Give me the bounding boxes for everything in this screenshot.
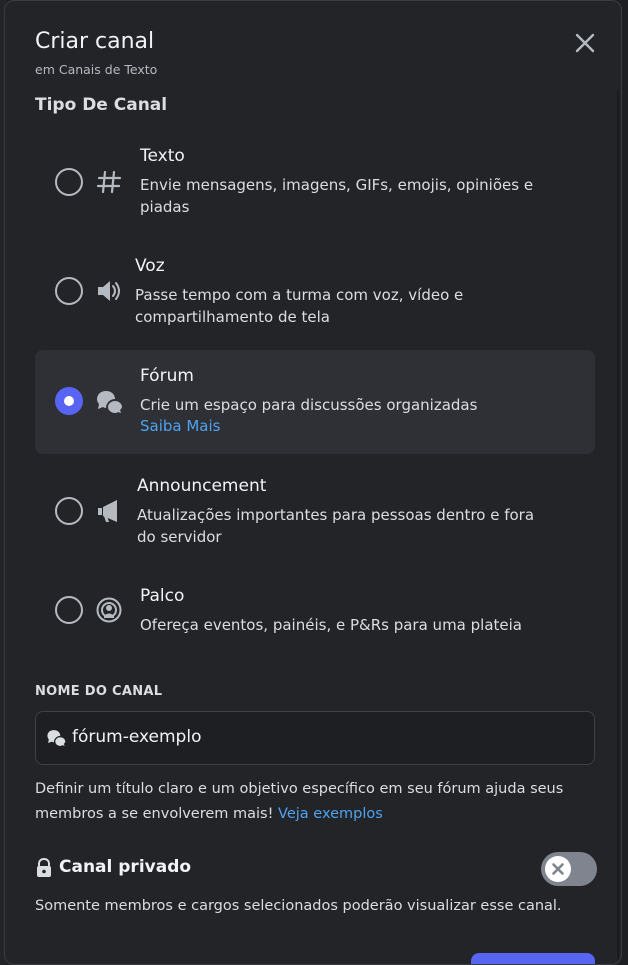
- create-channel-modal: Criar canal em Canais de Texto Tipo De C…: [4, 0, 622, 965]
- close-icon: [552, 863, 564, 875]
- option-title: Palco: [140, 586, 185, 606]
- option-title: Announcement: [137, 476, 267, 496]
- private-channel-toggle[interactable]: [541, 852, 597, 886]
- modal-title: Criar canal: [35, 29, 155, 54]
- channel-type-option-stage[interactable]: Palco Ofereça eventos, painéis, e P&Rs p…: [35, 575, 595, 679]
- create-channel-button[interactable]: [471, 953, 595, 964]
- scrollbar[interactable]: [617, 89, 619, 959]
- channel-type-option-voice[interactable]: Voz Passe tempo com a turma com voz, víd…: [35, 245, 595, 349]
- radio-text[interactable]: [55, 168, 83, 196]
- close-icon[interactable]: [571, 29, 599, 57]
- toggle-knob: [545, 856, 571, 882]
- private-channel-description: Somente membros e cargos selecionados po…: [35, 898, 562, 914]
- hash-icon: [96, 170, 122, 194]
- option-description: Crie um espaço para discussões organizad…: [140, 396, 478, 414]
- radio-voice[interactable]: [55, 277, 83, 305]
- megaphone-icon: [98, 500, 117, 522]
- channel-type-option-announcement[interactable]: Announcement Atualizações importantes pa…: [35, 465, 595, 569]
- channel-type-heading: Tipo De Canal: [35, 95, 168, 115]
- learn-more-link[interactable]: Saiba Mais: [140, 417, 220, 435]
- option-description: Envie mensagens, imagens, GIFs, emojis, …: [140, 176, 534, 216]
- channel-name-label: NOME DO CANAL: [35, 684, 163, 699]
- channel-name-input[interactable]: fórum-exemplo: [35, 711, 595, 765]
- stage-icon: [96, 597, 122, 623]
- see-examples-link[interactable]: Veja exemplos: [278, 806, 383, 822]
- option-description: Passe tempo com a turma com voz, vídeo e…: [135, 286, 464, 326]
- channel-name-value[interactable]: fórum-exemplo: [72, 727, 201, 747]
- radio-announcement[interactable]: [55, 497, 83, 525]
- option-title: Texto: [140, 146, 185, 166]
- radio-forum[interactable]: [55, 387, 83, 415]
- option-description: Atualizações importantes para pessoas de…: [137, 506, 535, 546]
- option-title: Fórum: [140, 366, 194, 386]
- private-channel-label: Canal privado: [59, 857, 192, 877]
- speaker-icon: [98, 281, 120, 301]
- option-title: Voz: [135, 256, 165, 276]
- option-description: Ofereça eventos, painéis, e P&Rs para um…: [140, 616, 522, 634]
- forum-icon: [47, 730, 66, 746]
- channel-name-helper: Definir um título claro e um objetivo es…: [35, 777, 595, 827]
- lock-icon: [37, 858, 51, 877]
- radio-stage[interactable]: [55, 596, 83, 624]
- forum-icon: [97, 391, 122, 413]
- channel-type-option-text[interactable]: Texto Envie mensagens, imagens, GIFs, em…: [35, 135, 595, 239]
- modal-subtitle: em Canais de Texto: [35, 62, 158, 77]
- channel-type-option-forum[interactable]: Fórum Crie um espaço para discussões org…: [35, 350, 595, 454]
